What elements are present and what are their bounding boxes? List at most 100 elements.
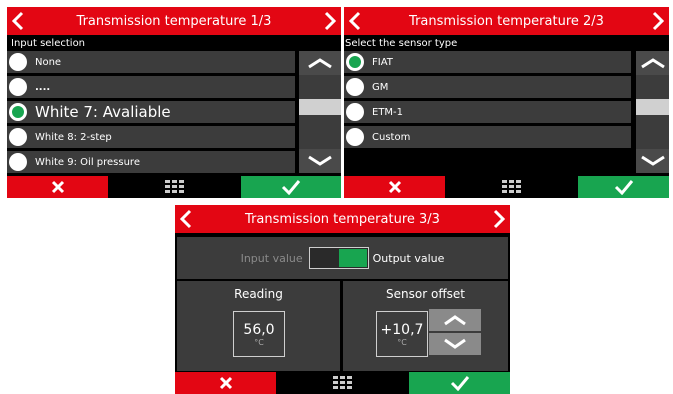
chevron-down-icon: [640, 155, 665, 166]
cancel-button[interactable]: [175, 372, 276, 394]
page-title: Transmission temperature 1/3: [76, 13, 272, 29]
list-item[interactable]: ....: [7, 76, 295, 98]
offset-value: +10,7: [380, 322, 424, 338]
offset-increase-button[interactable]: [429, 309, 481, 331]
input-value-label: Input value: [240, 251, 303, 265]
chevron-up-icon: [308, 58, 332, 69]
prev-button[interactable]: [344, 7, 366, 35]
radio-button[interactable]: [9, 128, 27, 146]
x-icon: [388, 180, 401, 194]
chevron-up-icon: [444, 315, 466, 326]
scroll-up-button[interactable]: [636, 51, 669, 75]
page-title: Transmission temperature 3/3: [245, 211, 440, 227]
radio-button[interactable]: [346, 103, 364, 121]
list-item[interactable]: None: [7, 51, 295, 73]
cancel-button[interactable]: [7, 176, 108, 198]
menu-button[interactable]: [445, 176, 578, 198]
reading-unit: °C: [254, 338, 264, 347]
x-icon: [219, 376, 232, 390]
chevron-down-icon: [308, 155, 332, 166]
scroll-down-button[interactable]: [636, 149, 669, 173]
screen-input-selection: Transmission temperature 1/3 Input selec…: [7, 7, 341, 198]
list-item[interactable]: ETM-1: [344, 101, 631, 123]
list-item-label: White 8: 2-step: [35, 131, 112, 143]
radio-button[interactable]: [346, 78, 364, 96]
offset-label: Sensor offset: [386, 287, 465, 301]
next-button[interactable]: [319, 7, 341, 35]
scroll-thumb[interactable]: [299, 99, 341, 115]
page-title: Transmission temperature 2/3: [409, 13, 604, 29]
scrollbar[interactable]: [636, 51, 669, 173]
chevron-right-icon: [493, 209, 505, 229]
list-item-label: None: [35, 56, 62, 68]
list-item-label: White 7: Avaliable: [35, 103, 171, 121]
chevron-down-icon: [444, 338, 466, 349]
list-item[interactable]: White 8: 2-step: [7, 126, 295, 148]
section-subtitle: Input selection: [11, 38, 86, 49]
cancel-button[interactable]: [344, 176, 445, 198]
radio-button[interactable]: [346, 53, 364, 71]
value-mode-toggle-row: Input value Output value: [177, 237, 508, 279]
list-item-label: Custom: [372, 131, 411, 143]
grid-icon: [332, 376, 352, 389]
radio-button[interactable]: [346, 128, 364, 146]
check-icon: [281, 180, 301, 195]
list-item[interactable]: FIAT: [344, 51, 631, 73]
grid-icon: [501, 180, 521, 193]
list-item[interactable]: White 9: Oil pressure: [7, 151, 295, 173]
list-item[interactable]: Custom: [344, 126, 631, 148]
prev-button[interactable]: [175, 205, 197, 233]
grid-icon: [164, 180, 184, 193]
chevron-left-icon: [180, 209, 192, 229]
chevron-up-icon: [640, 58, 665, 69]
chevron-left-icon: [12, 11, 24, 31]
reading-panel: Reading 56,0 °C: [177, 281, 340, 371]
screen-offset: Transmission temperature 3/3 Input value…: [175, 205, 510, 394]
radio-button[interactable]: [9, 153, 27, 171]
switch-knob: [338, 249, 367, 267]
list-item[interactable]: White 7: Avaliable: [7, 101, 295, 123]
scrollbar[interactable]: [299, 51, 341, 173]
confirm-button[interactable]: [409, 372, 510, 394]
list-item-label: ETM-1: [372, 106, 404, 118]
list-item-label: ....: [35, 81, 51, 93]
list-item-label: White 9: Oil pressure: [35, 156, 140, 168]
title-bar: Transmission temperature 3/3: [175, 205, 510, 233]
scroll-thumb[interactable]: [636, 99, 669, 115]
next-button[interactable]: [647, 7, 669, 35]
check-icon: [614, 180, 633, 195]
list-item-label: FIAT: [372, 56, 393, 68]
scroll-down-button[interactable]: [299, 149, 341, 173]
reading-label: Reading: [234, 287, 283, 301]
chevron-left-icon: [349, 11, 361, 31]
list-item-label: GM: [372, 81, 389, 93]
confirm-button[interactable]: [578, 176, 669, 198]
confirm-button[interactable]: [241, 176, 341, 198]
reading-value-box: 56,0 °C: [233, 311, 285, 357]
offset-decrease-button[interactable]: [429, 333, 481, 355]
radio-button[interactable]: [9, 53, 27, 71]
offset-unit: °C: [397, 338, 407, 347]
value-mode-switch[interactable]: [308, 247, 369, 269]
radio-button[interactable]: [9, 103, 27, 121]
list-item[interactable]: GM: [344, 76, 631, 98]
chevron-right-icon: [652, 11, 664, 31]
output-value-label: Output value: [372, 251, 445, 265]
title-bar: Transmission temperature 1/3: [7, 7, 341, 35]
menu-button[interactable]: [108, 176, 241, 198]
chevron-right-icon: [324, 11, 336, 31]
screen-sensor-type: Transmission temperature 2/3 Select the …: [344, 7, 669, 198]
menu-button[interactable]: [276, 372, 409, 394]
scroll-up-button[interactable]: [299, 51, 341, 75]
prev-button[interactable]: [7, 7, 29, 35]
offset-value-box[interactable]: +10,7 °C: [376, 311, 428, 357]
offset-panel: Sensor offset +10,7 °C: [343, 281, 508, 371]
title-bar: Transmission temperature 2/3: [344, 7, 669, 35]
action-bar: [7, 176, 341, 198]
check-icon: [450, 376, 469, 391]
next-button[interactable]: [488, 205, 510, 233]
reading-value: 56,0: [243, 322, 275, 338]
radio-button[interactable]: [9, 78, 27, 96]
action-bar: [175, 372, 510, 394]
section-subtitle: Select the sensor type: [345, 38, 458, 49]
